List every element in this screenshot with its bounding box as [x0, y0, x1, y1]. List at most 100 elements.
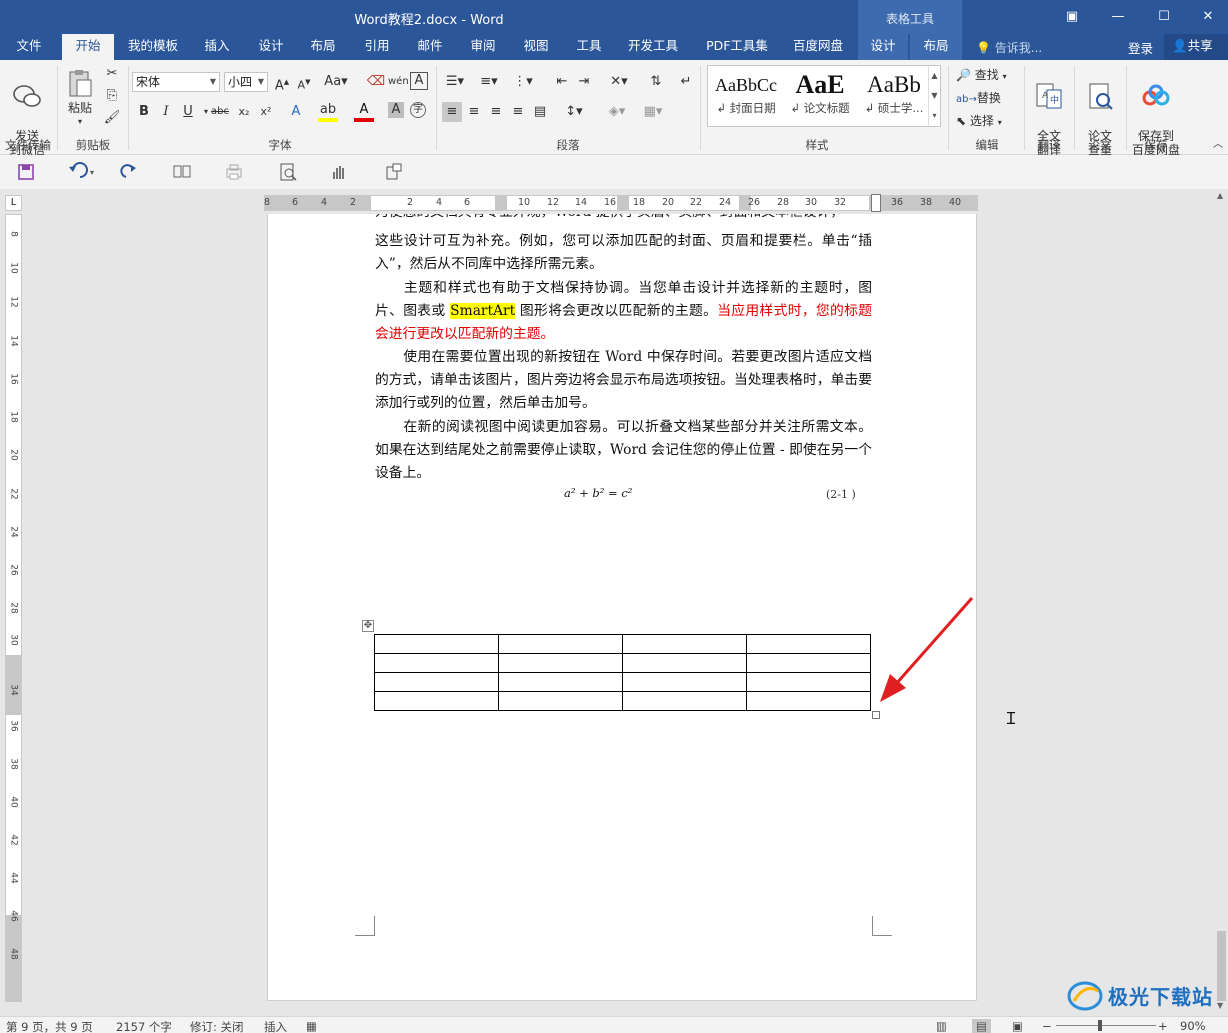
copy-icon[interactable]: ⎘ [102, 86, 122, 106]
multilevel-list-icon[interactable]: ⋮▾ [510, 72, 536, 92]
font-size-select[interactable]: 小四 ▼ [224, 72, 268, 92]
table-cell[interactable] [374, 691, 499, 711]
tab-tools[interactable]: 工具 [566, 34, 612, 60]
character-border-icon[interactable]: A [410, 72, 428, 90]
share-button[interactable]: 👤共享 [1164, 34, 1228, 60]
justify-icon[interactable]: ≡ [508, 102, 528, 122]
show-marks-icon[interactable]: ↵ [676, 72, 696, 92]
clear-formatting-icon[interactable]: ⌫ [366, 72, 386, 92]
table-cell[interactable] [746, 653, 871, 673]
tab-review[interactable]: 审阅 [460, 34, 506, 60]
save-icon[interactable] [14, 161, 38, 183]
tell-me-search[interactable]: 💡 告诉我... [976, 39, 1042, 56]
read-view-icon[interactable]: ▥ [936, 1019, 947, 1033]
change-case-icon[interactable]: Aa▾ [322, 72, 350, 92]
tab-view[interactable]: 视图 [513, 34, 559, 60]
tab-pdf-tools[interactable]: PDF工具集 [698, 34, 776, 60]
insert-mode-status[interactable]: 插入 [264, 1019, 287, 1033]
table-cell[interactable] [374, 634, 499, 654]
touch-mode-icon[interactable] [328, 161, 352, 183]
track-changes-status[interactable]: 修订: 关闭 [190, 1019, 244, 1033]
tab-table-layout[interactable]: 布局 [910, 34, 962, 60]
tab-insert[interactable]: 插入 [194, 34, 240, 60]
table-cell[interactable] [746, 672, 871, 692]
table-cell[interactable] [374, 653, 499, 673]
replace-button[interactable]: ab→替换 [956, 89, 1001, 106]
ribbon-display-options-button[interactable]: ▣ [1052, 4, 1092, 30]
decrease-indent-icon[interactable]: ⇤ [552, 72, 572, 92]
table-cell[interactable] [498, 653, 623, 673]
maximize-button[interactable]: ☐ [1144, 4, 1184, 30]
collapse-ribbon-icon[interactable]: ︿ [1208, 135, 1228, 155]
print-icon[interactable] [222, 161, 246, 183]
chinese-layout-icon[interactable]: ✕▾ [606, 72, 632, 92]
table-cell[interactable] [622, 691, 747, 711]
distributed-icon[interactable]: ▤ [530, 102, 550, 122]
align-center-icon[interactable]: ≡ [464, 102, 484, 122]
minimize-button[interactable]: — [1098, 4, 1138, 30]
print-preview-icon[interactable] [276, 161, 300, 183]
table-cell[interactable] [622, 672, 747, 692]
scroll-up-icon[interactable]: ▲ [1217, 191, 1223, 200]
align-left-icon[interactable]: ≡ [442, 102, 462, 122]
font-color-icon[interactable]: A [354, 102, 374, 122]
table-resize-handle[interactable] [872, 711, 880, 719]
redo-icon[interactable] [118, 161, 142, 183]
tab-developer[interactable]: 开发工具 [620, 34, 686, 60]
increase-indent-icon[interactable]: ⇥ [574, 72, 594, 92]
web-layout-icon[interactable]: ▣ [1012, 1019, 1023, 1033]
sign-in-link[interactable]: 登录 [1128, 38, 1153, 57]
format-painter-icon[interactable]: 🖌 [102, 108, 122, 128]
bullets-icon[interactable]: ☰▾ [442, 72, 468, 92]
close-button[interactable]: ✕ [1188, 4, 1228, 30]
tab-design[interactable]: 设计 [248, 34, 294, 60]
tab-file[interactable]: 文件 [6, 34, 52, 60]
highlight-icon[interactable]: ab [318, 102, 338, 122]
styles-scroll[interactable]: ▲ ▼ ▾ [928, 66, 940, 126]
word-count[interactable]: 2157 个字 [116, 1019, 172, 1033]
table-cell[interactable] [622, 634, 747, 654]
zoom-slider-thumb[interactable] [1098, 1020, 1102, 1031]
table-cell[interactable] [498, 691, 623, 711]
strikethrough-icon[interactable]: abc [210, 102, 230, 122]
page-indicator[interactable]: 第 9 页，共 9 页 [6, 1019, 93, 1033]
tab-home[interactable]: 开始 [62, 34, 114, 60]
table-cell[interactable] [498, 634, 623, 654]
table-cell[interactable] [374, 672, 499, 692]
sort-icon[interactable]: ⇅ [646, 72, 666, 92]
cut-icon[interactable]: ✂ [102, 64, 122, 84]
numbering-icon[interactable]: ≡▾ [476, 72, 502, 92]
zoom-slider[interactable] [1056, 1025, 1156, 1026]
style-masters[interactable]: AaBb ↲ 硕士学... [858, 70, 930, 122]
vertical-ruler[interactable]: 8 10 12 14 16 18 20 22 24 26 28 30 34 36… [5, 214, 22, 1002]
right-indent-marker[interactable] [871, 194, 881, 212]
font-name-select[interactable]: 宋体 ▼ [132, 72, 220, 92]
vertical-scrollbar[interactable]: ▲ ▼ [1215, 189, 1228, 1014]
horizontal-ruler[interactable]: 8 6 4 2 2 4 6 10 12 14 16 18 20 22 24 26… [264, 194, 978, 212]
zoom-level[interactable]: 90% [1180, 1019, 1206, 1033]
underline-icon[interactable]: U [178, 102, 198, 122]
borders-icon[interactable]: ▦▾ [640, 102, 666, 122]
print-layout-icon[interactable]: ▤ [972, 1019, 991, 1033]
table-move-handle[interactable]: ✥ [362, 620, 374, 632]
select-button[interactable]: ⬉ 选择 ▾ [956, 112, 1002, 129]
paste-button[interactable]: 粘贴 ▾ [62, 68, 98, 129]
macro-icon[interactable]: ▦ [306, 1019, 317, 1033]
equation[interactable]: a² + b² = c² [564, 486, 632, 500]
bold-icon[interactable]: B [134, 102, 154, 122]
undo-icon[interactable]: ▾ [64, 161, 98, 183]
table-cell[interactable] [746, 634, 871, 654]
find-button[interactable]: 🔎 查找 ▾ [956, 66, 1007, 83]
style-cover-date[interactable]: AaBbCc ↲ 封面日期 [710, 70, 782, 122]
shading-icon[interactable]: ◈▾ [604, 102, 630, 122]
phonetic-guide-icon[interactable]: wén [388, 72, 409, 92]
tab-mailings[interactable]: 邮件 [407, 34, 453, 60]
tab-layout[interactable]: 布局 [300, 34, 346, 60]
enclose-characters-icon[interactable]: 字 [410, 102, 426, 118]
tab-baidu-netdisk[interactable]: 百度网盘 [784, 34, 852, 60]
style-paper-title[interactable]: AaE ↲ 论文标题 [784, 70, 856, 122]
character-shading-icon[interactable]: A [388, 102, 404, 118]
line-spacing-icon[interactable]: ↕▾ [560, 102, 588, 122]
text-effects-icon[interactable]: A [286, 102, 306, 122]
zoom-out-icon[interactable]: − [1042, 1019, 1052, 1033]
